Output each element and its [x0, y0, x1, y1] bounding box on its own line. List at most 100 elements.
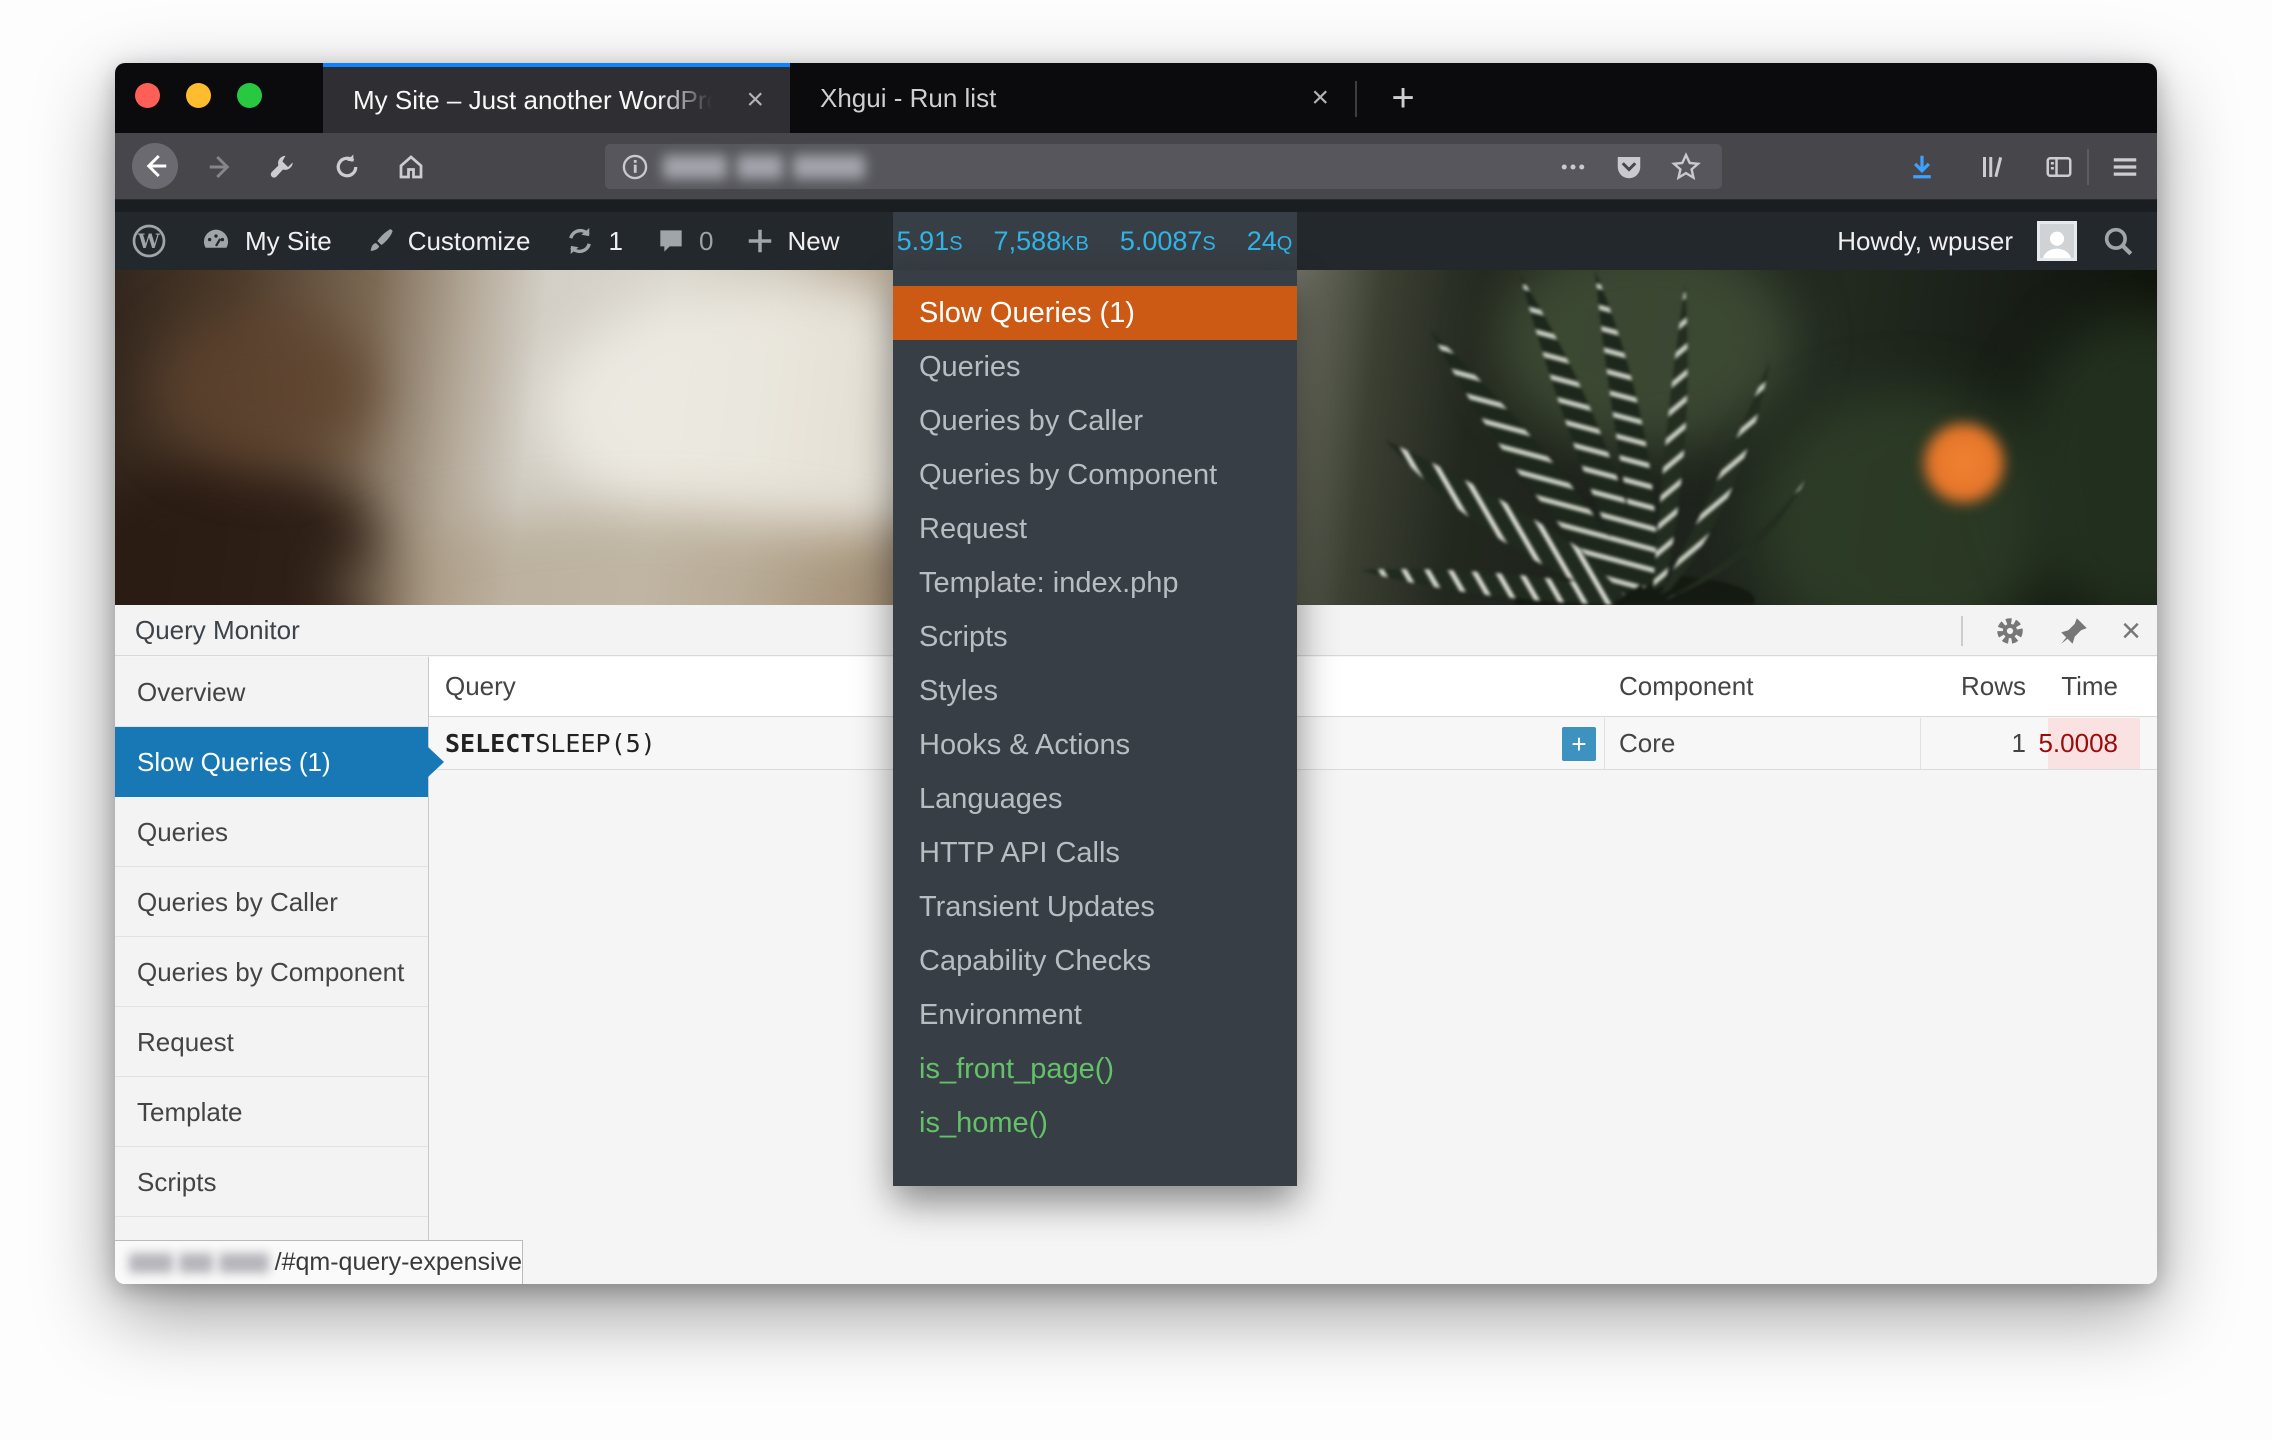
zoom-window-button[interactable]: [237, 83, 262, 108]
updates-menu[interactable]: 1: [547, 212, 639, 270]
avatar[interactable]: [2037, 221, 2077, 261]
query-sql-cell: SELECT SLEEP(5): [445, 718, 656, 769]
qm-close-button[interactable]: ×: [2121, 614, 2141, 648]
qm-sidebar-item-template[interactable]: Template: [115, 1077, 428, 1147]
reload-button[interactable]: [325, 133, 369, 200]
qm-menu-slow-queries[interactable]: Slow Queries (1): [893, 286, 1297, 340]
browser-toolbar: [115, 133, 2157, 200]
tab-title: Xhgui - Run list: [790, 83, 1285, 114]
customize-menu[interactable]: Customize: [348, 212, 547, 270]
page-actions-button[interactable]: [1558, 152, 1588, 182]
qm-menu-transient-updates[interactable]: Transient Updates: [893, 880, 1297, 934]
succulent-plant: [1265, 270, 1825, 605]
page-tools-button[interactable]: [261, 133, 305, 200]
howdy-account-menu[interactable]: Howdy, wpuser: [1837, 226, 2013, 257]
column-header-component[interactable]: Component: [1619, 657, 1753, 716]
tab-my-site[interactable]: My Site – Just another WordPress si ×: [323, 63, 790, 133]
qm-sidebar: Overview Slow Queries (1) Queries Querie…: [115, 657, 429, 1284]
library-button[interactable]: [1971, 133, 2015, 200]
qm-sidebar-item-queries[interactable]: Queries: [115, 797, 428, 867]
query-monitor-dropdown: Slow Queries (1) Queries Queries by Call…: [893, 270, 1297, 1186]
qm-menu-styles[interactable]: Styles: [893, 664, 1297, 718]
qm-menu-queries[interactable]: Queries: [893, 340, 1297, 394]
query-monitor-admin-bar-item[interactable]: 5.91S 7,588KB 5.0087S 24Q: [893, 212, 1297, 270]
link-status-bar: /#qm-query-expensive: [115, 1240, 523, 1284]
column-header-rows[interactable]: Rows: [1920, 657, 2048, 716]
paintbrush-icon: [364, 225, 396, 257]
qm-sidebar-item-slow-queries[interactable]: Slow Queries (1): [115, 727, 428, 797]
wp-logo-menu[interactable]: W: [115, 212, 183, 270]
tab-close-icon[interactable]: ×: [720, 83, 790, 117]
tab-close-icon[interactable]: ×: [1285, 81, 1355, 115]
expand-toggle-button[interactable]: +: [1562, 727, 1596, 761]
home-button[interactable]: [389, 133, 433, 200]
qm-menu-template[interactable]: Template: index.php: [893, 556, 1297, 610]
tab-xhgui[interactable]: Xhgui - Run list ×: [790, 63, 1355, 133]
gear-icon: [1993, 614, 2027, 648]
updates-count: 1: [609, 226, 623, 257]
downloads-button[interactable]: [1900, 133, 1944, 200]
expand-caller-cell: +: [1562, 718, 1596, 769]
comments-menu[interactable]: 0: [639, 212, 729, 270]
qm-menu-http-api-calls[interactable]: HTTP API Calls: [893, 826, 1297, 880]
qm-pin-button[interactable]: [2057, 614, 2091, 648]
back-arrow-icon: [140, 151, 170, 181]
wrench-icon: [268, 152, 298, 182]
time-cell: 5.0008: [2048, 718, 2140, 769]
tab-divider: [1355, 81, 1357, 117]
qm-sidebar-item-scripts[interactable]: Scripts: [115, 1147, 428, 1217]
qm-sidebar-item-request[interactable]: Request: [115, 1007, 428, 1077]
plus-icon: [745, 226, 775, 256]
tab-title: My Site – Just another WordPress si: [323, 85, 720, 116]
reload-icon: [332, 152, 362, 182]
close-window-button[interactable]: [135, 83, 160, 108]
redacted-url-text: [793, 155, 865, 179]
qm-page-time-stat: 5.91S: [897, 226, 964, 257]
site-info-icon[interactable]: [605, 153, 663, 181]
qm-menu-request[interactable]: Request: [893, 502, 1297, 556]
menu-button[interactable]: [2103, 133, 2147, 200]
qm-sidebar-item-overview[interactable]: Overview: [115, 657, 428, 727]
updates-icon: [563, 224, 597, 258]
qm-menu-capability-checks[interactable]: Capability Checks: [893, 934, 1297, 988]
forward-button[interactable]: [199, 133, 243, 200]
qm-settings-button[interactable]: [1993, 614, 2027, 648]
qm-menu-queries-by-component[interactable]: Queries by Component: [893, 448, 1297, 502]
my-site-menu[interactable]: My Site: [183, 212, 348, 270]
sidebars-button[interactable]: [2037, 133, 2081, 200]
star-icon: [1670, 151, 1702, 183]
dashboard-gauge-icon: [199, 224, 233, 258]
qm-menu-environment[interactable]: Environment: [893, 988, 1297, 1042]
qm-menu-queries-by-caller[interactable]: Queries by Caller: [893, 394, 1297, 448]
qm-menu-is-home[interactable]: is_home(): [893, 1096, 1297, 1150]
column-divider: [1604, 718, 1605, 769]
info-icon: [621, 153, 649, 181]
column-header-query[interactable]: Query: [445, 657, 516, 716]
qm-menu-hooks-actions[interactable]: Hooks & Actions: [893, 718, 1297, 772]
component-cell: Core: [1619, 718, 1675, 769]
home-icon: [396, 152, 426, 182]
qm-menu-is-front-page[interactable]: is_front_page(): [893, 1042, 1297, 1096]
column-header-time[interactable]: Time: [2048, 657, 2140, 716]
redacted-url-text: [663, 155, 727, 179]
qm-db-time-stat: 5.0087S: [1120, 226, 1217, 257]
address-bar[interactable]: [605, 144, 1722, 189]
qm-query-count-stat: 24Q: [1247, 226, 1294, 257]
search-button[interactable]: [2101, 224, 2135, 258]
browser-window: My Site – Just another WordPress si × Xh…: [115, 63, 2157, 1284]
comments-count: 0: [699, 226, 713, 257]
new-content-menu[interactable]: New: [729, 212, 855, 270]
tab-bar: My Site – Just another WordPress si × Xh…: [115, 63, 2157, 133]
pocket-button[interactable]: [1614, 152, 1644, 182]
qm-menu-languages[interactable]: Languages: [893, 772, 1297, 826]
customize-label: Customize: [408, 226, 531, 257]
back-button[interactable]: [132, 143, 178, 189]
qm-sidebar-item-queries-by-component[interactable]: Queries by Component: [115, 937, 428, 1007]
hero-brown-blob: [155, 310, 375, 470]
bookmark-star-button[interactable]: [1670, 151, 1702, 183]
new-tab-button[interactable]: +: [1373, 63, 1433, 133]
qm-menu-scripts[interactable]: Scripts: [893, 610, 1297, 664]
sidebar-icon: [2044, 152, 2074, 182]
qm-sidebar-item-queries-by-caller[interactable]: Queries by Caller: [115, 867, 428, 937]
minimize-window-button[interactable]: [186, 83, 211, 108]
